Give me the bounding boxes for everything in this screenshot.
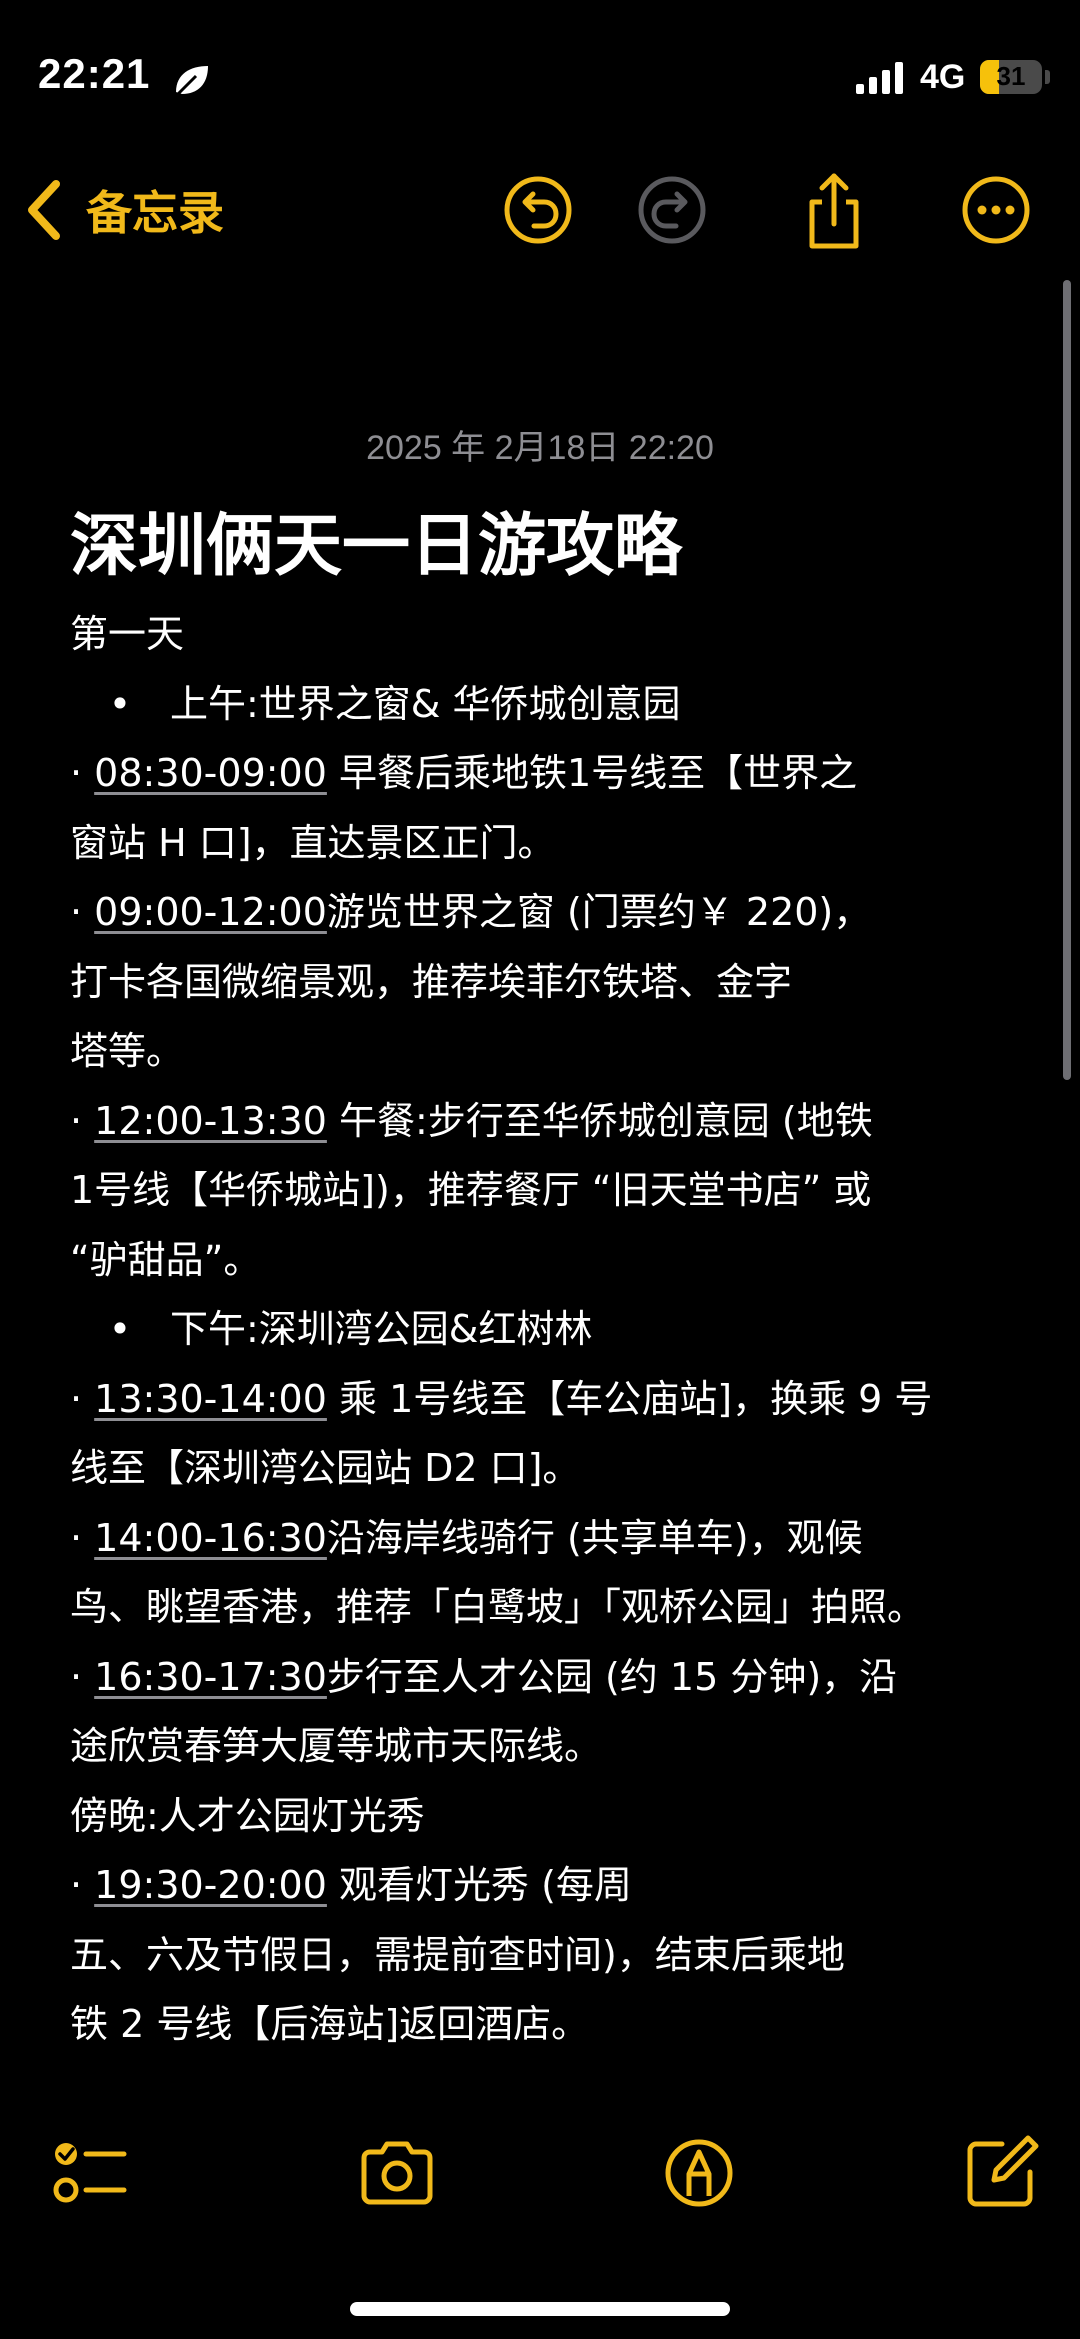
note-text: 第一天 — [70, 612, 185, 656]
back-button[interactable]: 备忘录 — [22, 170, 224, 250]
status-bar: 22:21 4G 31 — [0, 0, 1080, 140]
battery-cap — [1045, 70, 1050, 84]
time-range: 14:00-16:30 — [94, 1515, 327, 1560]
markup-pen-icon[interactable] — [656, 2130, 742, 2216]
note-text: · — [70, 1863, 95, 1907]
note-line[interactable]: 窗站 H 口]，直达景区正门。 — [70, 809, 1030, 879]
note-line[interactable]: “驴甜品”。 — [70, 1226, 1030, 1296]
chevron-left-icon — [28, 180, 60, 240]
bottom-toolbar — [0, 2130, 1080, 2250]
note-line[interactable]: · 08:30-09:00 早餐后乘地铁1号线至【世界之 — [70, 739, 1030, 809]
note-text: 观看灯光秀 (每周 — [326, 1863, 632, 1907]
note-text: 傍晚:人才公园灯光秀 — [70, 1793, 425, 1838]
note-text: · — [70, 1098, 95, 1143]
note-line[interactable]: · 13:30-14:00 乘 1号线至【车公庙站]，换乘 9 号 — [70, 1365, 1030, 1435]
camera-icon[interactable] — [354, 2130, 440, 2216]
note-text: “驴甜品”。 — [70, 1237, 262, 1282]
time-range: 12:00-13:30 — [94, 1098, 327, 1143]
note-line[interactable]: 途欣赏春笋大厦等城市天际线。 — [70, 1712, 1030, 1782]
note-text: 早餐后乘地铁1号线至【世界之 — [326, 751, 858, 795]
back-label: 备忘录 — [86, 186, 224, 240]
note-text: 窗站 H 口]，直达景区正门。 — [70, 820, 556, 865]
note-text: 沿海岸线骑行 (共享单车)，观候 — [326, 1515, 863, 1560]
time-range: 09:00-12:00 — [94, 890, 327, 934]
scroll-indicator[interactable] — [1063, 280, 1071, 1080]
note-date: 2025 年 2月18日 22:20 — [366, 429, 714, 467]
home-indicator[interactable] — [350, 2302, 730, 2316]
share-icon[interactable] — [792, 168, 876, 252]
network-type: 4G — [920, 58, 966, 96]
focus-leaf-icon — [176, 66, 208, 96]
note-line[interactable]: 线至【深圳湾公园站 D2 口]。 — [70, 1434, 1030, 1504]
note-text: 游览世界之窗 (门票约￥ 220)， — [326, 890, 872, 934]
time-range: 08:30-09:00 — [94, 751, 327, 795]
note-line[interactable]: · 09:00-12:00游览世界之窗 (门票约￥ 220)， — [70, 878, 1030, 948]
checklist-icon[interactable] — [46, 2130, 132, 2216]
note-line[interactable]: 鸟、眺望香港，推荐「白鹭坡」「观桥公园」拍照。 — [70, 1573, 1030, 1643]
note-line[interactable]: · 19:30-20:00 观看灯光秀 (每周 — [70, 1851, 1030, 1921]
time-range: 16:30-17:30 — [94, 1654, 327, 1699]
note-line[interactable]: • 下午:深圳湾公园&红树林 — [70, 1295, 1030, 1365]
note-text: 线至【深圳湾公园站 D2 口]。 — [70, 1446, 581, 1490]
note-text: · — [70, 1515, 95, 1560]
note-text: · — [70, 751, 95, 795]
note-line[interactable]: 打卡各国微缩景观，推荐埃菲尔铁塔、金字 — [70, 948, 1030, 1018]
note-line[interactable]: · 12:00-13:30 午餐:步行至华侨城创意园 (地铁 — [70, 1087, 1030, 1157]
note-line[interactable]: · 16:30-17:30步行至人才公园 (约 15 分钟)，沿 — [70, 1643, 1030, 1713]
note-text: 途欣赏春笋大厦等城市天际线。 — [70, 1724, 603, 1768]
note-text: 塔等。 — [70, 1029, 185, 1073]
note-line[interactable]: 第一天 — [70, 600, 1030, 670]
note-text: 铁 2 号线【后海站]返回酒店。 — [70, 2002, 590, 2046]
note-text: 下午:深圳湾公园&红树林 — [170, 1307, 593, 1351]
note-text: 上午:世界之窗& 华侨城创意园 — [170, 681, 681, 726]
more-icon[interactable] — [954, 168, 1038, 252]
bullet-point: • — [108, 1307, 132, 1351]
note-text: 五、六及节假日，需提前查时间)，结束后乘地 — [70, 1932, 845, 1977]
battery-percentage: 31 — [996, 61, 1026, 91]
note-text: · — [70, 890, 95, 934]
time-range: 19:30-20:00 — [94, 1863, 327, 1907]
note-text: · — [70, 1654, 95, 1699]
note-text: 打卡各国微缩景观，推荐埃菲尔铁塔、金字 — [70, 959, 793, 1004]
navigation-bar: 备忘录 — [0, 150, 1080, 270]
status-time: 22:21 — [38, 50, 151, 97]
note-line[interactable]: • 上午:世界之窗& 华侨城创意园 — [70, 670, 1030, 740]
note-text: 鸟、眺望香港，推荐「白鹭坡」「观桥公园」拍照。 — [70, 1585, 926, 1629]
note-body[interactable]: 第一天 • 上午:世界之窗& 华侨城创意园 · 08:30-09:00 早餐后乘地铁1… — [70, 600, 1030, 2060]
note-line[interactable]: 1号线【华侨城站])，推荐餐厅 “旧天堂书店” 或 — [70, 1156, 1030, 1226]
note-line[interactable]: 铁 2 号线【后海站]返回酒店。 — [70, 1990, 1030, 2060]
note-text: 午餐:步行至华侨城创意园 (地铁 — [326, 1098, 873, 1143]
note-text: · — [70, 1376, 95, 1421]
note-line[interactable]: 五、六及节假日，需提前查时间)，结束后乘地 — [70, 1921, 1030, 1991]
note-text: 步行至人才公园 (约 15 分钟)，沿 — [326, 1654, 898, 1699]
cellular-signal-icon — [856, 62, 903, 94]
undo-icon[interactable] — [496, 168, 580, 252]
note-line[interactable]: 傍晚:人才公园灯光秀 — [70, 1782, 1030, 1852]
redo-icon[interactable] — [630, 168, 714, 252]
note-line[interactable]: 塔等。 — [70, 1017, 1030, 1087]
note-title[interactable]: 深圳俩天一日游攻略 — [70, 490, 682, 589]
bullet-point: • — [108, 681, 132, 726]
note-line[interactable]: · 14:00-16:30沿海岸线骑行 (共享单车)，观候 — [70, 1504, 1030, 1574]
note-text: 1号线【华侨城站])，推荐餐厅 “旧天堂书店” 或 — [70, 1168, 872, 1212]
compose-icon[interactable] — [958, 2130, 1044, 2216]
time-range: 13:30-14:00 — [94, 1376, 327, 1421]
note-text: 乘 1号线至【车公庙站]，换乘 9 号 — [326, 1376, 933, 1421]
battery-icon: 31 — [980, 60, 1042, 94]
